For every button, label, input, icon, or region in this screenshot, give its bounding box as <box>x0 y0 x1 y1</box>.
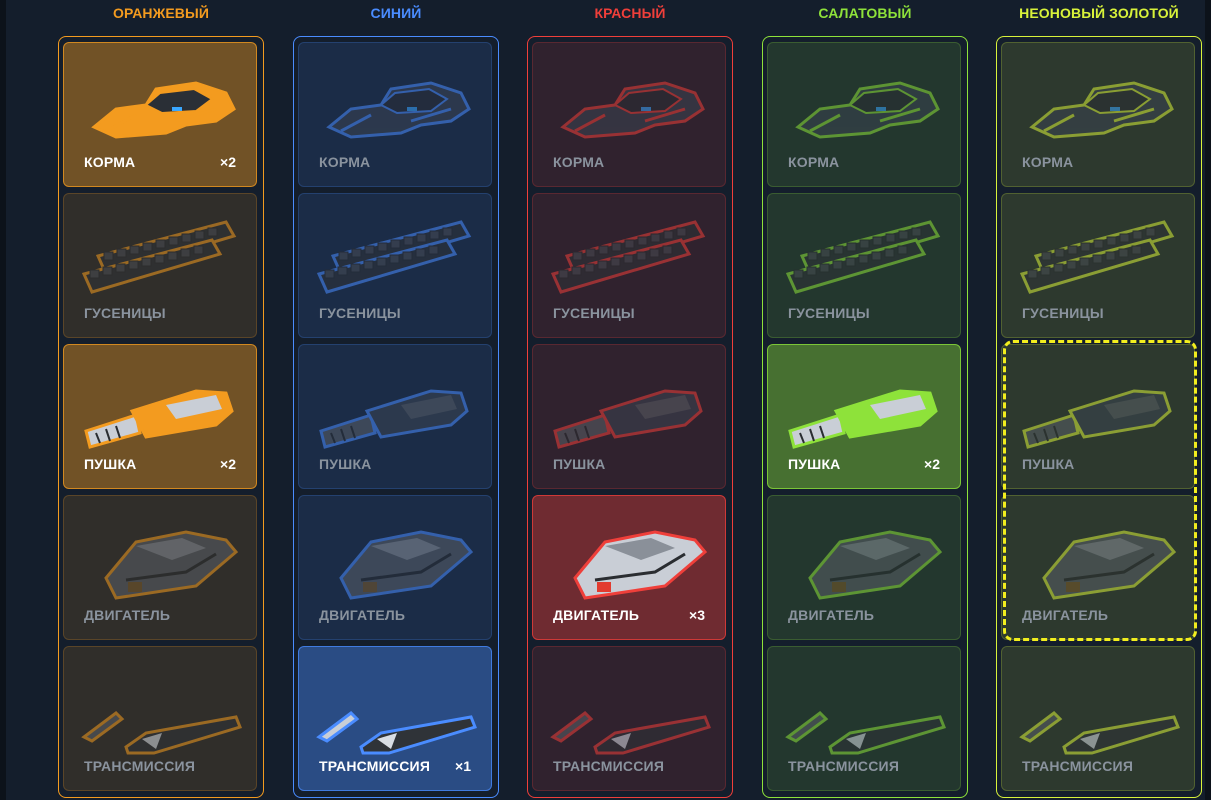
part-card-tracks[interactable]: ГУСЕНИЦЫ <box>1001 193 1195 338</box>
part-card-transmission[interactable]: ТРАНСМИССИЯ <box>1001 646 1195 791</box>
part-label: ГУСЕНИЦЫ <box>788 305 870 321</box>
part-label: ТРАНСМИССИЯ <box>788 758 900 774</box>
part-label: ТРАНСМИССИЯ <box>553 758 665 774</box>
part-card-hull[interactable]: КОРМА <box>298 42 492 187</box>
part-card-tracks[interactable]: ГУСЕНИЦЫ <box>298 193 492 338</box>
part-card-tracks[interactable]: ГУСЕНИЦЫ <box>63 193 257 338</box>
part-card-engine[interactable]: ДВИГАТЕЛЬ ×3 <box>532 495 726 640</box>
part-label: ПУШКА <box>788 456 841 472</box>
part-card-hull[interactable]: КОРМА <box>1001 42 1195 187</box>
column-title: ОРАНЖЕВЫЙ <box>113 5 209 21</box>
part-card-engine[interactable]: ДВИГАТЕЛЬ <box>63 495 257 640</box>
part-count: ×2 <box>220 456 236 472</box>
part-card-hull[interactable]: КОРМА ×2 <box>63 42 257 187</box>
color-column-1: СИНИЙ КОРМА ГУСЕНИЦЫ ПУШКА ДВИГАТЕЛЬ ТРА… <box>293 0 499 800</box>
part-count: ×3 <box>689 607 705 623</box>
color-column-3: САЛАТОВЫЙ КОРМА ГУСЕНИЦЫ ПУШКА ×2 ДВИГАТЕ… <box>762 0 968 800</box>
part-card-engine[interactable]: ДВИГАТЕЛЬ <box>298 495 492 640</box>
part-label: ТРАНСМИССИЯ <box>319 758 431 774</box>
part-label: КОРМА <box>84 154 136 170</box>
part-label: ТРАНСМИССИЯ <box>84 758 196 774</box>
part-label: ДВИГАТЕЛЬ <box>1022 607 1109 623</box>
column-title: КРАСНЫЙ <box>594 5 666 21</box>
left-edge-bar <box>0 0 6 800</box>
part-label: ГУСЕНИЦЫ <box>1022 305 1104 321</box>
part-card-tracks[interactable]: ГУСЕНИЦЫ <box>532 193 726 338</box>
column-title: САЛАТОВЫЙ <box>818 5 912 21</box>
part-card-engine[interactable]: ДВИГАТЕЛЬ <box>767 495 961 640</box>
part-card-engine[interactable]: ДВИГАТЕЛЬ <box>1001 495 1195 640</box>
color-column-4: НЕОНОВЫЙ ЗОЛОТОЙ КОРМА ГУСЕНИЦЫ ПУШКА ДВ… <box>996 0 1202 800</box>
column-title: СИНИЙ <box>370 5 422 21</box>
part-card-hull[interactable]: КОРМА <box>532 42 726 187</box>
part-label: ДВИГАТЕЛЬ <box>84 607 171 623</box>
part-card-transmission[interactable]: ТРАНСМИССИЯ ×1 <box>298 646 492 791</box>
part-label: ГУСЕНИЦЫ <box>84 305 166 321</box>
part-label: ДВИГАТЕЛЬ <box>788 607 875 623</box>
part-count: ×2 <box>220 154 236 170</box>
part-label: ПУШКА <box>553 456 606 472</box>
part-card-cannon[interactable]: ПУШКА ×2 <box>63 344 257 489</box>
part-card-cannon[interactable]: ПУШКА <box>298 344 492 489</box>
part-label: ТРАНСМИССИЯ <box>1022 758 1134 774</box>
part-card-transmission[interactable]: ТРАНСМИССИЯ <box>63 646 257 791</box>
part-label: ДВИГАТЕЛЬ <box>319 607 406 623</box>
part-card-tracks[interactable]: ГУСЕНИЦЫ <box>767 193 961 338</box>
part-label: ГУСЕНИЦЫ <box>319 305 401 321</box>
part-label: КОРМА <box>788 154 840 170</box>
part-card-transmission[interactable]: ТРАНСМИССИЯ <box>767 646 961 791</box>
right-edge-bar <box>1205 0 1211 800</box>
part-label: ДВИГАТЕЛЬ <box>553 607 640 623</box>
part-count: ×1 <box>455 758 471 774</box>
part-card-cannon[interactable]: ПУШКА <box>532 344 726 489</box>
color-column-0: ОРАНЖЕВЫЙ КОРМА ×2 ГУСЕНИЦЫ ПУШКА ×2 ДВИГА… <box>58 0 264 800</box>
part-label: ПУШКА <box>84 456 137 472</box>
part-card-cannon[interactable]: ПУШКА ×2 <box>767 344 961 489</box>
part-label: КОРМА <box>553 154 605 170</box>
color-column-2: КРАСНЫЙ КОРМА ГУСЕНИЦЫ ПУШКА ДВИГАТЕЛЬ ×3… <box>527 0 733 800</box>
part-label: КОРМА <box>319 154 371 170</box>
column-title: НЕОНОВЫЙ ЗОЛОТОЙ <box>1019 5 1179 21</box>
part-label: ГУСЕНИЦЫ <box>553 305 635 321</box>
part-label: ПУШКА <box>319 456 372 472</box>
part-card-cannon[interactable]: ПУШКА <box>1001 344 1195 489</box>
part-card-hull[interactable]: КОРМА <box>767 42 961 187</box>
part-count: ×2 <box>924 456 940 472</box>
part-card-transmission[interactable]: ТРАНСМИССИЯ <box>532 646 726 791</box>
part-label: ПУШКА <box>1022 456 1075 472</box>
part-label: КОРМА <box>1022 154 1074 170</box>
